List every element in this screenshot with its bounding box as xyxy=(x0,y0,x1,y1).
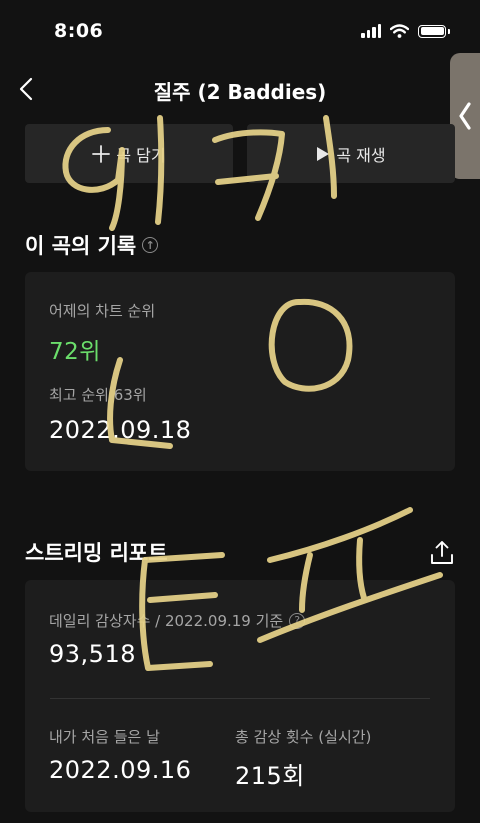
add-song-label: 곡 담기 xyxy=(116,145,166,165)
page-title: 질주 (2 Baddies) xyxy=(153,80,327,104)
chevron-left-icon xyxy=(459,102,471,130)
first-listen-label: 내가 처음 들은 날 xyxy=(49,728,160,746)
plus-icon xyxy=(92,144,111,163)
play-song-label: 곡 재생 xyxy=(336,145,386,165)
record-title-text: 이 곡의 기록 xyxy=(25,234,137,258)
play-icon xyxy=(317,146,330,161)
status-time: 8:06 xyxy=(54,20,104,42)
first-listen-date: 2022.09.16 xyxy=(49,756,192,784)
action-row: 곡 담기 곡 재생 xyxy=(25,124,455,183)
battery-icon xyxy=(418,24,450,38)
daily-listeners-label: 데일리 감상자수 / 2022.09.19 기준 ? xyxy=(49,610,306,631)
streaming-title-text: 스트리밍 리포트 xyxy=(25,541,168,565)
total-plays-value: 215회 xyxy=(235,762,305,790)
share-button[interactable] xyxy=(428,539,456,567)
info-icon[interactable]: ? xyxy=(289,612,306,629)
total-plays-label: 총 감상 횟수 (실시간) xyxy=(235,728,372,746)
status-icons xyxy=(361,24,450,38)
play-song-button[interactable]: 곡 재생 xyxy=(247,124,455,183)
streaming-card: 데일리 감상자수 / 2022.09.19 기준 ? 93,518 내가 처음 … xyxy=(25,580,455,812)
streaming-section-title: 스트리밍 리포트 xyxy=(25,537,168,567)
wifi-icon xyxy=(390,24,409,38)
daily-listeners-label-text: 데일리 감상자수 / 2022.09.19 기준 xyxy=(49,612,284,630)
share-icon xyxy=(431,541,453,564)
info-icon[interactable]: ↑ xyxy=(142,237,159,253)
daily-listeners-value: 93,518 xyxy=(49,640,136,668)
cellular-signal-icon xyxy=(361,24,381,38)
card-divider xyxy=(50,698,430,699)
add-song-button[interactable]: 곡 담기 xyxy=(25,124,233,183)
record-section-title: 이 곡의 기록 ↑ xyxy=(25,230,159,260)
navigation-bar: 질주 (2 Baddies) xyxy=(0,62,480,116)
best-rank-date: 2022.09.18 xyxy=(49,416,192,444)
record-card: 어제의 차트 순위 72위 최고 순위 63위 2022.09.18 xyxy=(25,272,455,471)
yesterday-rank-value: 72위 xyxy=(49,339,101,365)
yesterday-rank-label: 어제의 차트 순위 xyxy=(49,302,156,320)
best-rank-label: 최고 순위 63위 xyxy=(49,386,147,404)
status-bar: 8:06 xyxy=(0,0,480,62)
